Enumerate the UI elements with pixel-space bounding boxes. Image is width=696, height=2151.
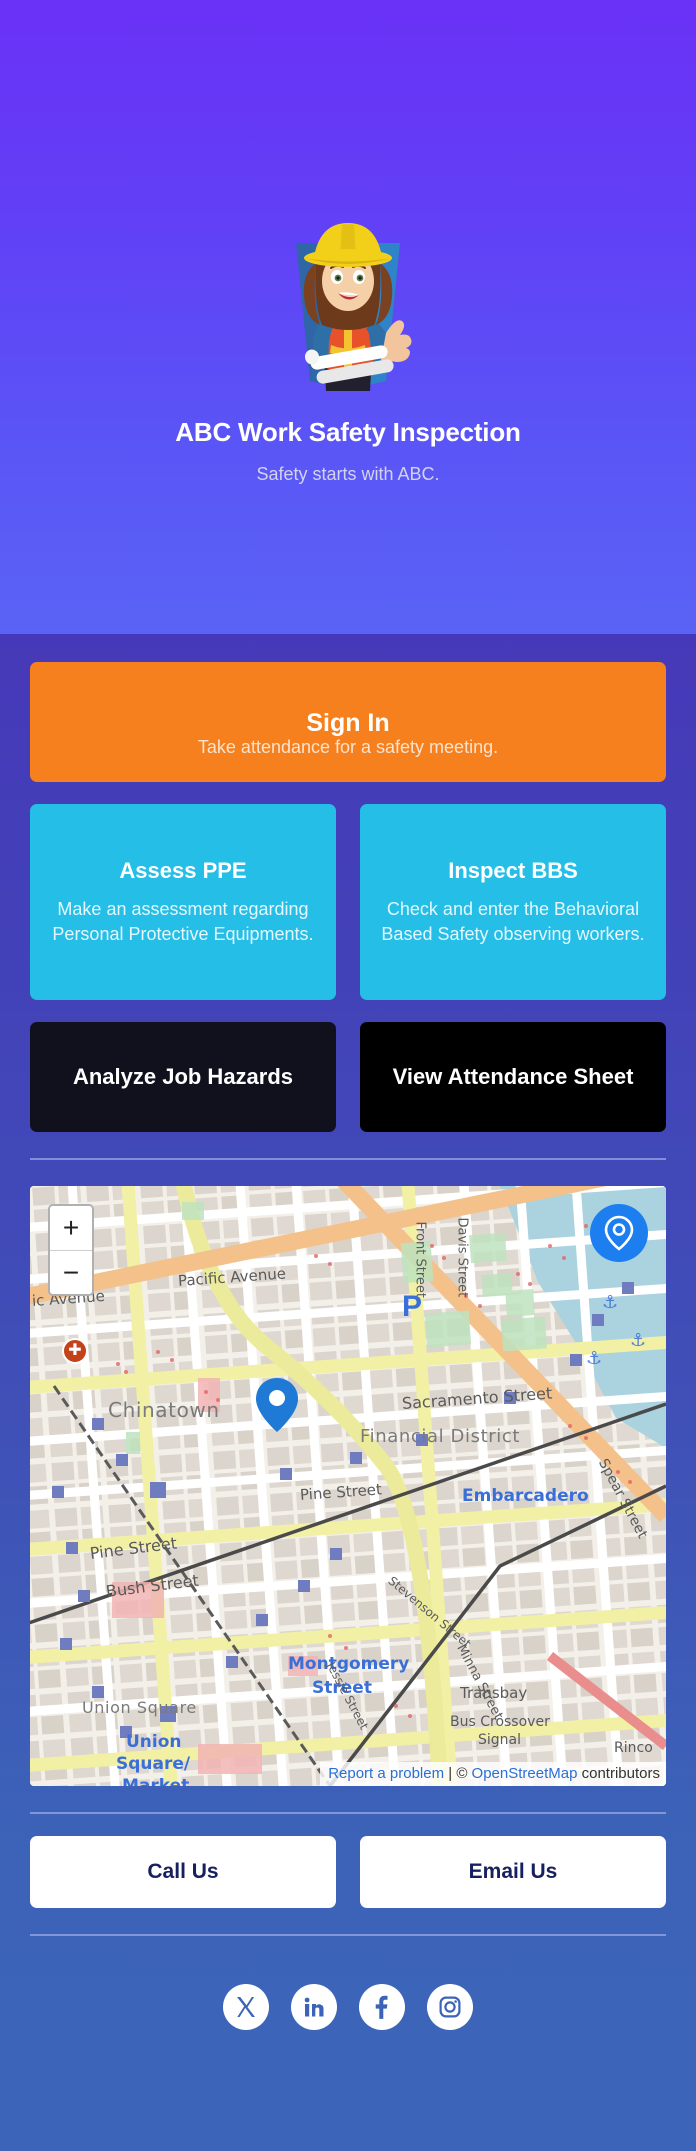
content-section: Sign In Take attendance for a safety mee… xyxy=(0,634,696,2151)
page-subtitle: Safety starts with ABC. xyxy=(256,464,440,484)
linkedin-icon xyxy=(304,1997,324,2017)
divider-above-map xyxy=(30,1158,666,1160)
poi-marker-icon[interactable]: ✚ xyxy=(62,1338,88,1364)
facebook-icon xyxy=(375,1995,388,2019)
sign-in-button[interactable]: Sign In Take attendance for a safety mee… xyxy=(30,662,666,782)
map-attribution: Report a problem | © OpenStreetMap contr… xyxy=(320,1762,666,1786)
analyze-job-hazards-button[interactable]: Analyze Job Hazards xyxy=(30,1022,336,1132)
social-link-instagram[interactable] xyxy=(427,1984,473,2030)
x-twitter-icon xyxy=(237,1997,255,2017)
map-pin-icon xyxy=(604,1215,634,1251)
map-tiles: ⚓ ⚓ ⚓ xyxy=(30,1186,666,1786)
view-attendance-sheet-label: View Attendance Sheet xyxy=(392,1063,634,1089)
map-zoom-controls[interactable]: + − xyxy=(48,1204,94,1296)
inspect-bbs-title: Inspect BBS xyxy=(448,858,578,884)
hero-section: ABC Work Safety Inspection Safety starts… xyxy=(0,0,696,634)
svg-text:⚓: ⚓ xyxy=(630,1330,646,1351)
analyze-job-hazards-label: Analyze Job Hazards xyxy=(72,1063,294,1089)
divider-above-social xyxy=(30,1934,666,1936)
parking-icon: P xyxy=(402,1290,423,1323)
social-link-facebook[interactable] xyxy=(359,1984,405,2030)
contact-buttons-row: Call Us Email Us xyxy=(30,1836,666,1908)
instagram-icon xyxy=(439,1996,461,2018)
assessment-cards-row: Assess PPE Make an assessment regarding … xyxy=(30,804,666,1000)
zoom-in-button[interactable]: + xyxy=(50,1206,92,1250)
inspect-bbs-card[interactable]: Inspect BBS Check and enter the Behavior… xyxy=(360,804,666,1000)
app-logo xyxy=(258,205,438,395)
attribution-suffix: contributors xyxy=(577,1765,660,1782)
svg-text:⚓: ⚓ xyxy=(586,1348,602,1369)
location-map[interactable]: ⚓ ⚓ ⚓ Pacific Avenue ic Avenue Chinatown Fr… xyxy=(30,1186,666,1786)
divider-below-map xyxy=(30,1812,666,1814)
attribution-separator: | © xyxy=(444,1765,472,1782)
assess-ppe-card[interactable]: Assess PPE Make an assessment regarding … xyxy=(30,804,336,1000)
social-links-row xyxy=(30,1984,666,2070)
app-root: ABC Work Safety Inspection Safety starts… xyxy=(0,0,696,2151)
location-marker-icon[interactable] xyxy=(254,1376,300,1439)
social-link-x-twitter[interactable] xyxy=(223,1984,269,2030)
openstreetmap-link[interactable]: OpenStreetMap xyxy=(472,1765,578,1782)
sign-in-subtitle: Take attendance for a safety meeting. xyxy=(197,737,499,758)
assess-ppe-subtitle: Make an assessment regarding Personal Pr… xyxy=(52,899,314,944)
report-problem-link[interactable]: Report a problem xyxy=(328,1765,444,1782)
assess-ppe-title: Assess PPE xyxy=(119,858,247,884)
svg-text:⚓: ⚓ xyxy=(602,1292,618,1313)
view-attendance-sheet-button[interactable]: View Attendance Sheet xyxy=(360,1022,666,1132)
social-link-linkedin[interactable] xyxy=(291,1984,337,2030)
secondary-actions-row: Analyze Job Hazards View Attendance Shee… xyxy=(30,1022,666,1132)
zoom-out-button[interactable]: − xyxy=(50,1250,92,1294)
sign-in-title: Sign In xyxy=(306,708,390,737)
inspect-bbs-subtitle: Check and enter the Behavioral Based Saf… xyxy=(381,899,645,944)
call-us-button[interactable]: Call Us xyxy=(30,1836,336,1908)
email-us-button[interactable]: Email Us xyxy=(360,1836,666,1908)
locate-me-button[interactable] xyxy=(590,1204,648,1262)
page-title: ABC Work Safety Inspection xyxy=(175,417,521,447)
